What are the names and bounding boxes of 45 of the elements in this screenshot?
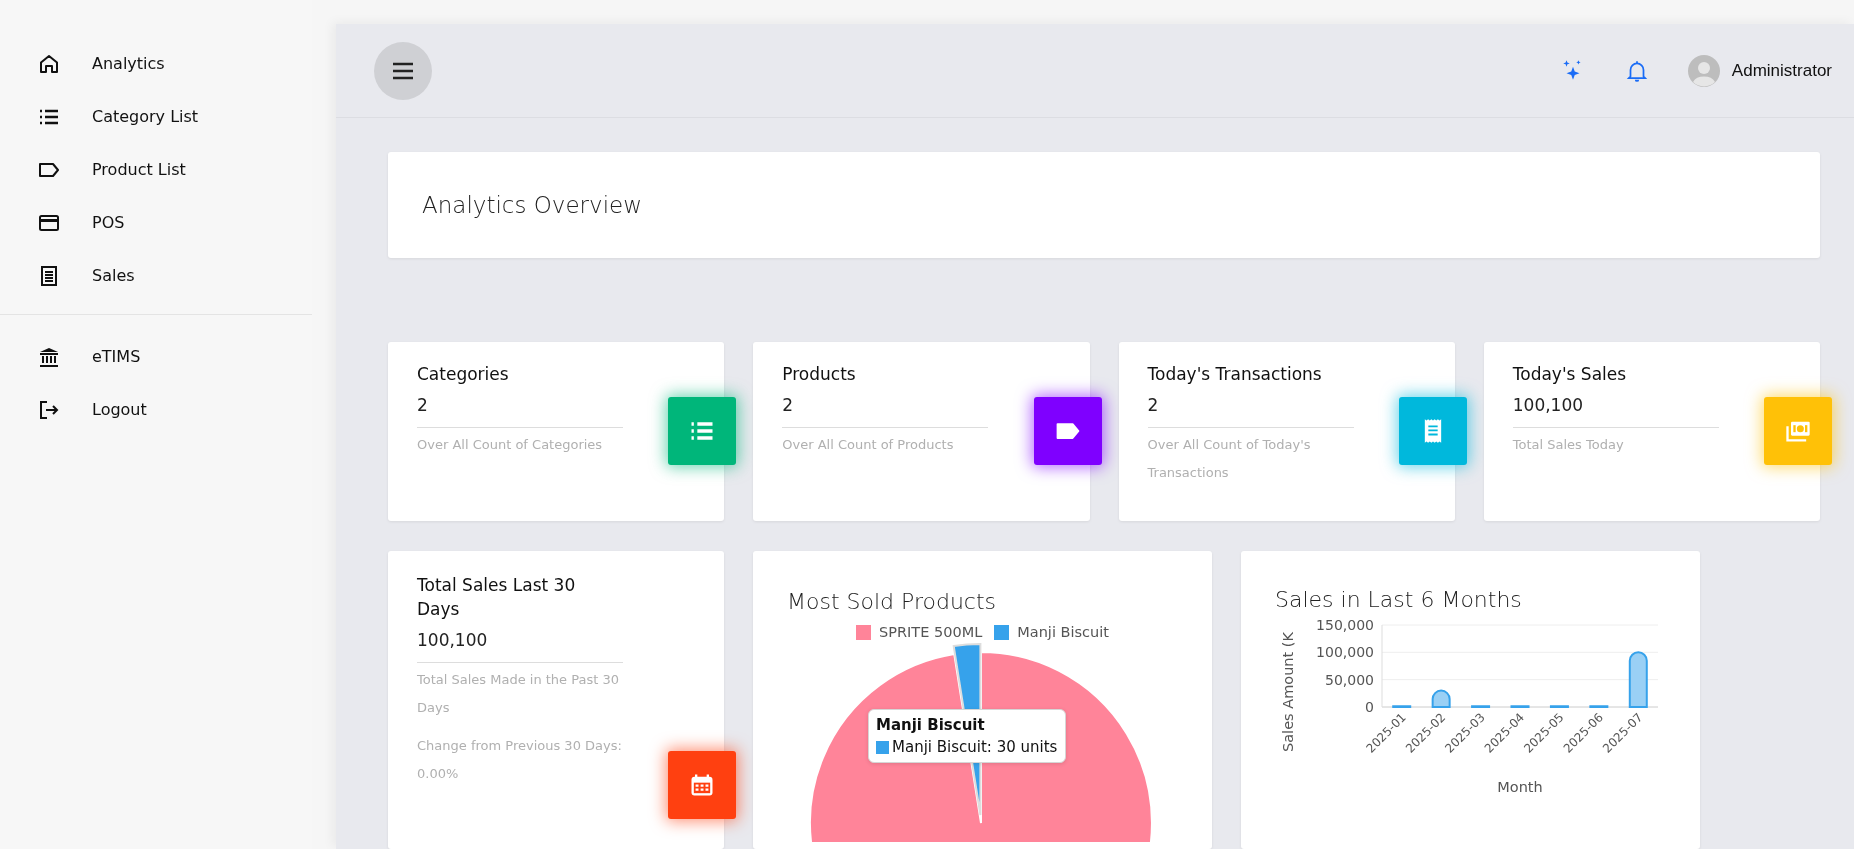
tooltip-title: Manji Biscuit (876, 716, 986, 734)
nav-item[interactable]: Sales (0, 249, 312, 302)
nav-item[interactable]: Analytics (0, 37, 312, 90)
bar (1589, 705, 1609, 708)
axis-tick-label: 150,000 (1316, 617, 1374, 633)
bar (1431, 689, 1451, 708)
chart-title: Most Sold Products (786, 588, 997, 614)
change-text: Change from Previous 30 Days: 0.00% (417, 737, 623, 783)
legend-item[interactable]: SPRITE 500ML (856, 624, 983, 640)
axis-tick-label: 50,000 (1325, 671, 1374, 688)
nav-item[interactable]: Logout (0, 383, 312, 436)
stat-value: 2 (1147, 394, 1160, 416)
nav-item[interactable]: Category List (0, 90, 312, 143)
axis-tick-label: 0 (1365, 699, 1374, 715)
bar (1628, 651, 1648, 708)
card-title: Products (782, 363, 857, 386)
tooltip-text: Manji Biscuit: 30 units (892, 738, 1058, 756)
card-title: Today's Transactions (1147, 363, 1323, 386)
bar (1549, 705, 1569, 708)
nav-item[interactable]: POS (0, 196, 312, 249)
card-title: Today's Sales (1512, 363, 1628, 386)
axis-tick-label: 100,000 (1316, 644, 1374, 661)
bar (1392, 705, 1412, 708)
card-description: Total Sales Today (1512, 436, 1625, 454)
stat-value: 100,100 (417, 629, 489, 651)
stat-value: 2 (782, 394, 795, 416)
bar (1471, 705, 1491, 708)
axis-title: Sales Amount (K (1280, 632, 1296, 752)
card-description: Over All Count of Products (782, 436, 955, 454)
stat-value: 2 (417, 394, 429, 416)
chart-title: Sales in Last 6 Months (1274, 586, 1523, 612)
page-title: Analytics Overview (422, 192, 643, 218)
user-name[interactable]: Administrator (1731, 60, 1832, 81)
nav-item[interactable]: eTIMS (0, 330, 312, 383)
axis-title: Month (1497, 779, 1543, 795)
card-title: Categories (417, 363, 510, 386)
nav-item[interactable]: Product List (0, 143, 312, 196)
menu-icon (392, 61, 414, 80)
card-title: Total Sales Last 30 Days (417, 574, 577, 621)
bar (1510, 705, 1530, 708)
card-description: Total Sales Made in the Past 30 Days (417, 671, 620, 717)
stat-value: 100,100 (1512, 394, 1585, 416)
legend-item[interactable]: Manji Biscuit (994, 624, 1109, 640)
card-description: Over All Count of Categories (417, 436, 604, 454)
card-description: Over All Count of Today's Transactions (1147, 436, 1312, 482)
